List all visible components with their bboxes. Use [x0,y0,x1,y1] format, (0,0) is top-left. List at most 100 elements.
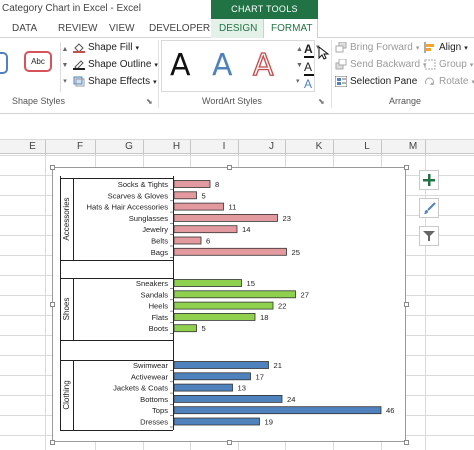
group-label-clothing: Clothing [62,380,71,409]
data-label: 6 [206,237,210,246]
text-outline-icon[interactable]: A [304,60,314,76]
bar-accessories[interactable] [173,236,202,245]
column-header-g[interactable]: G [105,141,153,152]
category-label: Swimwear [133,361,168,370]
chart-elements-button[interactable] [419,170,439,190]
bar-clothing[interactable] [173,361,269,369]
tab-design[interactable]: DESIGN [219,23,257,34]
bar-shoes[interactable] [173,279,242,287]
data-label: 22 [278,302,286,311]
group-label: Group [439,59,467,70]
category-label: Boots [149,324,169,333]
resize-handle[interactable] [50,302,55,307]
column-header-h[interactable]: H [153,141,200,152]
align-button[interactable]: Align ▾ [424,42,468,53]
bar-clothing[interactable] [173,394,283,403]
wordart-style-black[interactable]: A [170,48,191,83]
chart-styles-button[interactable] [419,198,439,218]
bar-clothing[interactable] [173,372,251,381]
column-header-m[interactable]: M [391,141,435,152]
resize-handle[interactable] [404,165,409,170]
group-icon [424,59,436,70]
mouse-cursor-icon [318,45,330,60]
data-label: 8 [215,180,219,189]
wordart-styles-group-label: WordArt Styles [202,96,262,106]
data-label: 14 [242,225,250,234]
tab-data[interactable]: DATA [12,23,37,34]
bar-shoes[interactable] [173,290,296,299]
wordart-style-red-outline[interactable]: A [252,47,274,83]
shape-style-scroll[interactable]: ▲ ▼ ▾ [60,42,69,92]
group-button[interactable]: Group ▾ [424,59,473,70]
text-effects-icon[interactable]: A [304,77,312,91]
column-header-j[interactable]: J [248,141,295,152]
column-header-l[interactable]: L [343,141,391,152]
data-label: 5 [202,191,206,200]
shape-outline-button[interactable]: Shape Outline ▾ [73,59,158,70]
resize-handle[interactable] [227,440,232,445]
chevron-down-icon: ▾ [469,61,474,69]
chevron-down-icon: ▾ [135,44,139,52]
category-bar-chart: Accessories Socks & Tights 8 Scarves & Glov… [60,176,394,431]
wordart-style-blue[interactable]: A [212,48,233,83]
resize-handle[interactable] [227,165,232,170]
chevron-down-icon: ▾ [464,44,468,52]
tab-format[interactable]: FORMAT [271,23,312,34]
shape-effects-button[interactable]: Shape Effects ▾ [73,76,157,87]
shape-style-thumb-blue[interactable] [0,52,8,74]
column-header-k[interactable]: K [295,141,343,152]
tab-review[interactable]: REVIEW [58,23,97,34]
bar-accessories[interactable] [173,225,238,234]
bar-shoes[interactable] [173,324,197,333]
bar-accessories[interactable] [173,214,278,222]
category-label: Tops [152,406,168,415]
rotate-button[interactable]: Rotate ▾ [424,76,474,87]
pencil-outline-icon [73,60,85,70]
selection-pane-label: Selection Pane [350,76,418,87]
paintbrush-icon [423,201,436,214]
tab-developer[interactable]: DEVELOPER [149,23,210,34]
selection-pane-button[interactable]: Selection Pane [335,76,417,87]
resize-handle[interactable] [50,440,55,445]
bar-shoes[interactable] [173,301,274,310]
bar-clothing[interactable] [173,406,382,415]
dialog-launcher-icon[interactable]: ⬊ [318,97,325,106]
chart-area[interactable]: Accessories Socks & Tights 8 Scarves & Glov… [52,167,406,442]
shape-style-thumb-red[interactable]: Abc [24,51,52,72]
bring-forward-button[interactable]: Bring Forward ▾ [335,42,419,53]
bar-accessories[interactable] [173,191,197,200]
bar-accessories[interactable] [173,180,211,188]
group-divider [331,40,332,108]
column-header-f[interactable]: F [55,141,105,152]
bar-accessories[interactable] [173,202,224,211]
bar-accessories[interactable] [173,247,287,256]
category-label: Scarves & Gloves [108,191,169,200]
category-label: Bottoms [140,395,168,404]
send-backward-button[interactable]: Send Backward ▾ [335,59,427,70]
shape-fill-button[interactable]: Shape Fill ▾ [73,42,139,53]
resize-handle[interactable] [50,165,55,170]
dialog-launcher-icon[interactable]: ⬊ [146,97,153,106]
tab-view[interactable]: VIEW [109,23,135,34]
send-backward-label: Send Backward [350,59,421,70]
resize-handle[interactable] [404,440,409,445]
rotate-label: Rotate [439,76,469,87]
bar-clothing[interactable] [173,417,260,426]
shape-outline-label: Shape Outline [88,59,152,70]
bar-clothing[interactable] [173,383,233,392]
chevron-down-icon: ▾ [153,78,157,86]
data-label: 25 [292,248,300,257]
wordart-scroll[interactable]: ▲ ▼ ▾ [296,42,303,90]
chart-filters-button[interactable] [419,226,439,246]
text-fill-icon[interactable]: A [304,42,314,58]
column-header-e[interactable]: E [10,141,55,152]
category-label: Bags [151,248,169,257]
bar-shoes[interactable] [173,312,256,321]
data-label: 18 [260,313,268,322]
data-label: 24 [287,395,295,404]
shape-style-thumb-text: Abc [31,57,45,66]
resize-handle[interactable] [404,302,409,307]
category-label: Jewelry [142,225,168,234]
column-header-i[interactable]: I [200,141,248,152]
category-label: Belts [151,237,168,246]
